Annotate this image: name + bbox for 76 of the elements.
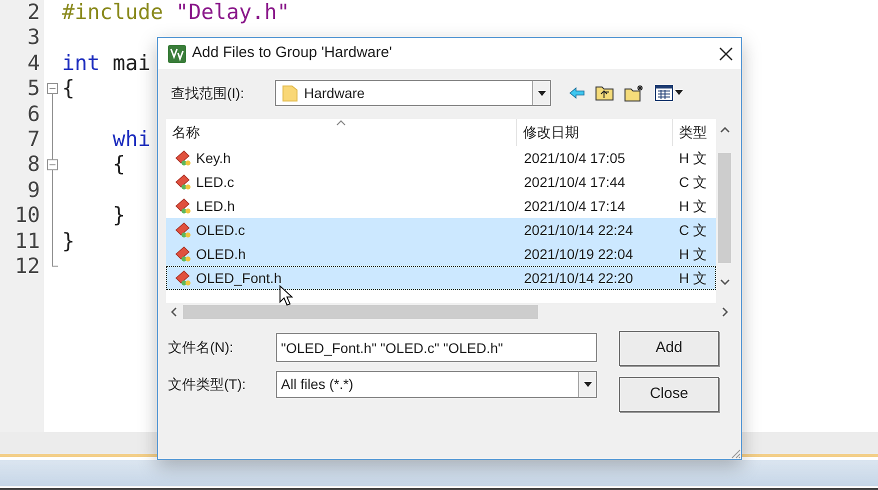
file-date: 2021/10/4 17:05 (523, 148, 626, 168)
file-row[interactable]: OLED.c 2021/10/14 22:24 C 文 (166, 218, 716, 242)
window-title: Add Files to Group 'Hardware' (192, 43, 393, 64)
file-icon (174, 221, 192, 239)
scroll-thumb[interactable] (718, 153, 731, 263)
file-type-label: 文件类型(T): (168, 375, 247, 394)
file-date: 2021/10/14 22:20 (523, 268, 634, 288)
line-number: 10 (14, 203, 40, 228)
code-line: } (62, 228, 75, 253)
file-icon (174, 245, 192, 263)
file-name: Key.h (196, 148, 231, 168)
caret-icon (538, 90, 546, 96)
code-line: } (112, 203, 126, 228)
scroll-left-icon[interactable] (171, 307, 177, 317)
file-type: H 文 (678, 196, 708, 216)
caret-icon (584, 382, 592, 387)
view-menu-icon[interactable] (655, 85, 683, 101)
mouse-cursor-icon (279, 285, 293, 307)
scroll-down-icon[interactable] (720, 279, 730, 285)
file-date: 2021/10/4 17:44 (523, 172, 626, 192)
dialog-button[interactable]: Add (619, 331, 719, 366)
file-date: 2021/10/19 22:04 (523, 244, 634, 264)
up-folder-icon[interactable] (595, 85, 614, 101)
code-line: { (112, 152, 126, 176)
file-date: 2021/10/14 22:24 (523, 220, 634, 240)
line-number: 5 (27, 76, 40, 100)
line-number: 11 (14, 228, 40, 253)
new-folder-icon[interactable] (624, 84, 645, 102)
code-line: int mai (62, 50, 151, 75)
scroll-thumb[interactable] (183, 305, 538, 319)
file-name-field[interactable]: "OLED_Font.h" "OLED.c" "OLED.h" (276, 333, 597, 362)
file-type: H 文 (678, 244, 708, 264)
scroll-up-icon[interactable] (720, 127, 730, 133)
code-line: #include "Delay.h" (62, 0, 290, 24)
line-number: 4 (27, 50, 40, 75)
column-header[interactable]: 名称 (166, 119, 516, 146)
line-number: 7 (27, 126, 40, 151)
line-number: 9 (27, 178, 40, 202)
file-date: 2021/10/4 17:14 (523, 196, 626, 216)
file-icon (174, 269, 192, 287)
file-name: OLED.c (196, 220, 246, 240)
file-name: LED.h (196, 196, 235, 216)
app-icon (168, 44, 186, 62)
line-number: 6 (27, 102, 40, 126)
line-number: 3 (27, 25, 40, 50)
file-row[interactable]: OLED.h 2021/10/19 22:04 H 文 (166, 242, 716, 266)
line-number: 12 (14, 254, 40, 278)
file-row[interactable]: OLED_Font.h 2021/10/14 22:20 H 文 (166, 266, 716, 290)
back-arrow-icon[interactable] (569, 87, 585, 99)
look-in-dropdown[interactable]: Hardware (275, 80, 551, 106)
code-line: whi (112, 126, 151, 151)
file-type: C 文 (678, 220, 708, 240)
file-name-label: 文件名(N): (168, 338, 234, 357)
dialog-button[interactable]: Close (619, 377, 719, 412)
file-type: C 文 (678, 172, 708, 192)
file-icon (174, 149, 192, 167)
close-icon[interactable] (719, 46, 733, 60)
file-type: H 文 (678, 268, 708, 288)
folder-icon (282, 84, 298, 102)
file-type-dropdown[interactable]: All files (*.*) (276, 371, 597, 398)
dropdown-button[interactable] (578, 372, 596, 397)
look-in-label: 查找范围(I): (171, 84, 246, 103)
line-number: 8 (27, 152, 40, 176)
file-type-value: All files (*.*) (281, 375, 354, 394)
file-name: OLED.h (196, 244, 246, 264)
dropdown-button[interactable] (532, 81, 550, 105)
look-in-value: Hardware (304, 84, 366, 102)
scroll-right-icon[interactable] (722, 307, 728, 317)
file-icon (174, 173, 192, 191)
code-line: { (62, 76, 75, 100)
file-icon (174, 197, 192, 215)
file-type: H 文 (678, 148, 708, 168)
resize-grip-icon[interactable] (729, 447, 741, 459)
file-name: LED.c (196, 172, 234, 192)
line-number: 2 (27, 0, 40, 24)
file-name: OLED_Font.h (196, 268, 282, 288)
